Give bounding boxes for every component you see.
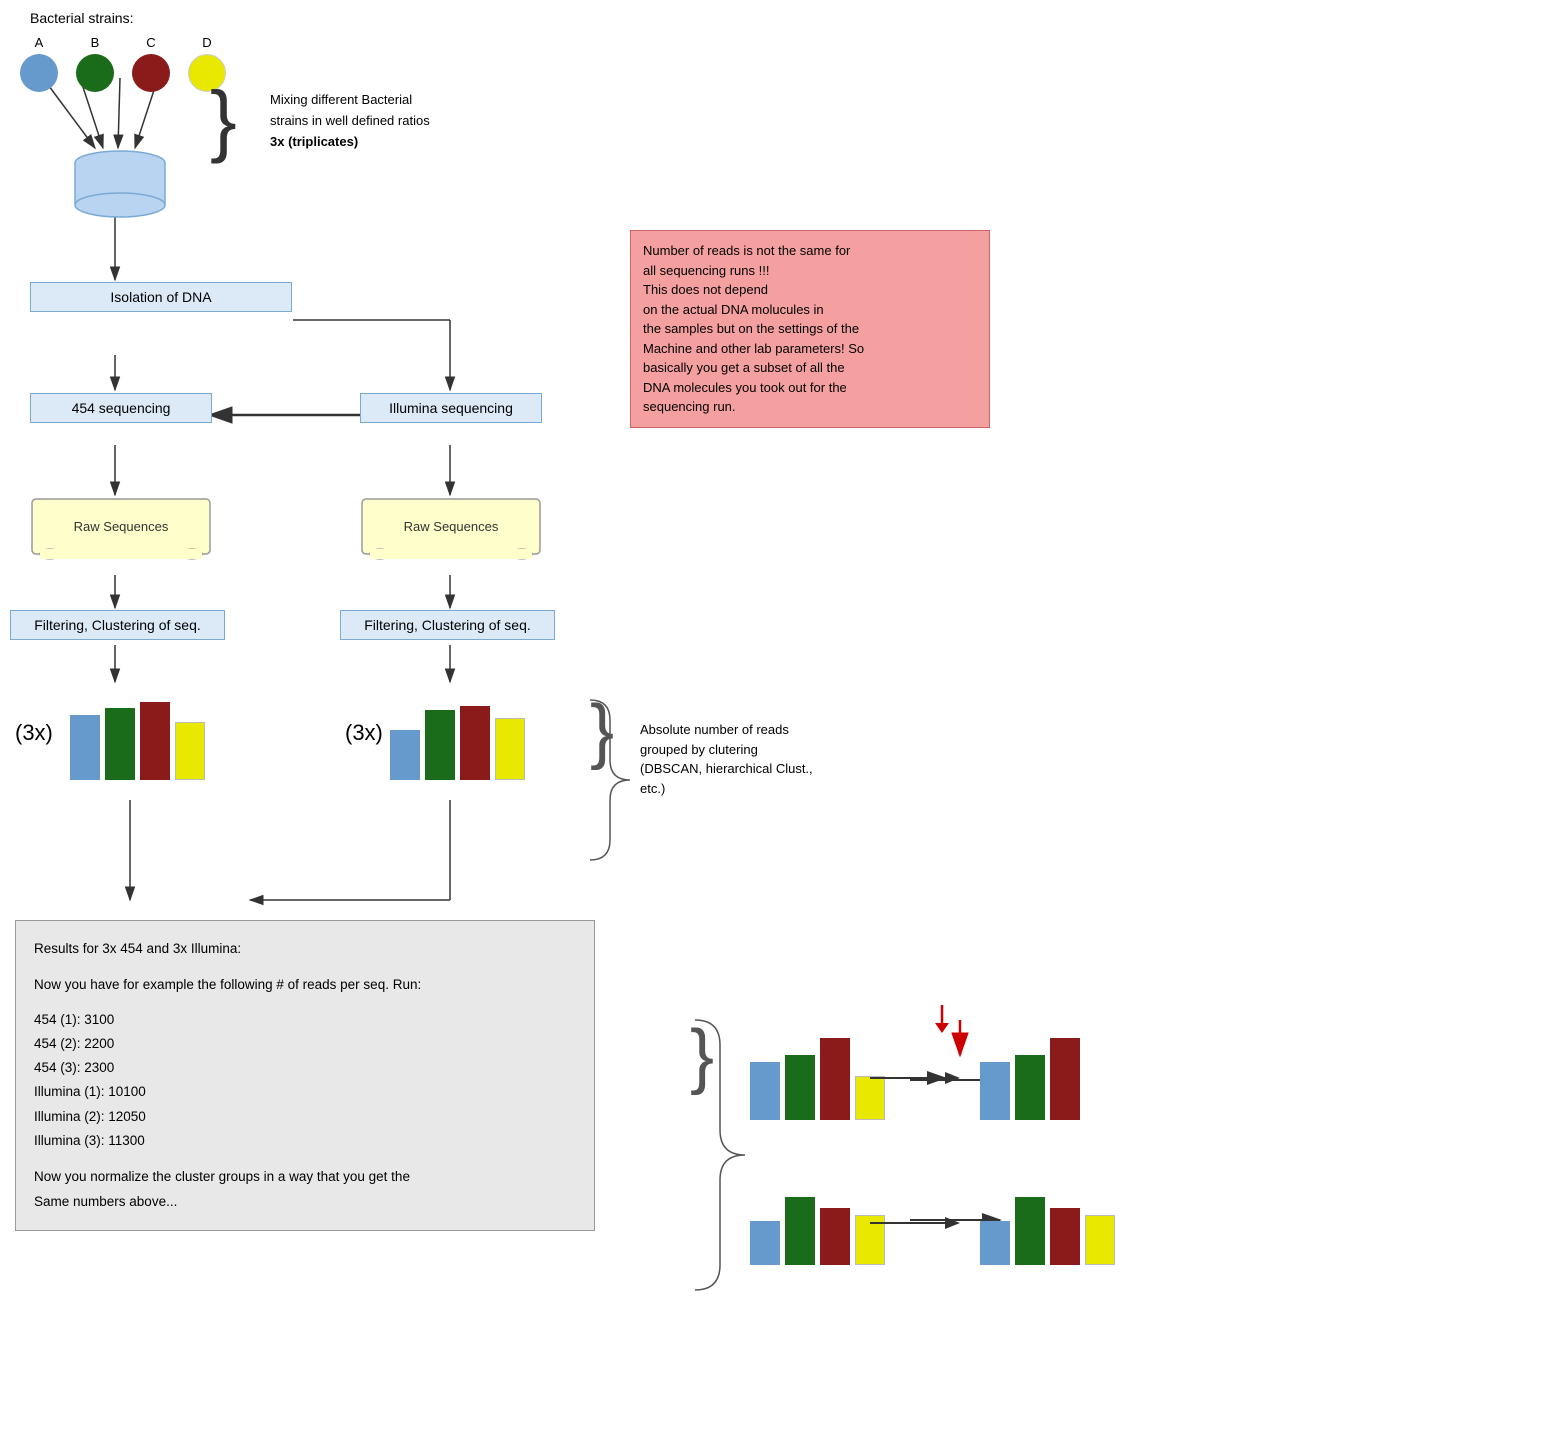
bar-left-green (105, 708, 135, 780)
nb2-blue (750, 1221, 780, 1265)
red-arrow-container (932, 1005, 952, 1036)
strain-A-circle (20, 54, 58, 92)
filtering-right: Filtering, Clustering of seq. (340, 610, 555, 640)
note-box: Number of reads is not the same for all … (630, 230, 990, 428)
svg-text:Raw Sequences: Raw Sequences (404, 519, 499, 534)
strain-circles: A B C D (20, 35, 226, 92)
nb2-darkred (820, 1208, 850, 1265)
strain-D-label: D (202, 35, 211, 50)
na2-green (1015, 1197, 1045, 1265)
normalize-arrow-1 (870, 1068, 960, 1091)
strain-C-circle (132, 54, 170, 92)
bar-right-green (425, 710, 455, 780)
normalize-arrow-2 (870, 1213, 960, 1236)
svg-text:Raw Sequences: Raw Sequences (74, 519, 169, 534)
nb1-green (785, 1055, 815, 1120)
triplex-left: (3x) (15, 720, 53, 746)
triplex-right: (3x) (345, 720, 383, 746)
bacterial-strains-label: Bacterial strains: (30, 10, 133, 26)
bar-left-darkred (140, 702, 170, 780)
strain-B-label: B (91, 35, 100, 50)
normalize-after-1 (980, 1030, 1080, 1120)
filtering-left: Filtering, Clustering of seq. (10, 610, 225, 640)
strain-A-label: A (35, 35, 44, 50)
nb2-green (785, 1197, 815, 1265)
bar-left-blue (70, 715, 100, 780)
nb1-blue (750, 1062, 780, 1120)
mixing-triplicates: 3x (triplicates) (270, 134, 358, 149)
isolation-box: Isolation of DNA (30, 282, 292, 312)
normalize-before-1 (750, 1030, 885, 1120)
na1-darkred (1050, 1038, 1080, 1120)
bar-right-darkred (460, 706, 490, 780)
bar-left-yellow (175, 722, 205, 780)
normalize-after-2 (980, 1175, 1115, 1265)
seq454-box: 454 sequencing (30, 393, 212, 423)
na2-darkred (1050, 1208, 1080, 1265)
na2-blue (980, 1221, 1010, 1265)
bar-chart-right (390, 690, 525, 780)
strain-C: C (132, 35, 170, 92)
mixing-brace: } (210, 80, 237, 160)
reads-description: Absolute number of reads grouped by clut… (640, 720, 820, 798)
results-reads: 454 (1): 3100 454 (2): 2200 454 (3): 230… (34, 1008, 576, 1154)
results-normalize: Now you normalize the cluster groups in … (34, 1165, 576, 1214)
normalize-brace: } (690, 1020, 714, 1092)
results-line1: Now you have for example the following #… (34, 973, 576, 997)
raw-seq-right: Raw Sequences (360, 497, 542, 572)
results-box: Results for 3x 454 and 3x Illumina: Now … (15, 920, 595, 1231)
reads-brace: } (590, 695, 614, 767)
mixing-description: Mixing different Bacterialstrains in wel… (270, 90, 430, 152)
illumina-box: Illumina sequencing (360, 393, 542, 423)
bar-right-yellow (495, 718, 525, 780)
bar-right-blue (390, 730, 420, 780)
na1-blue (980, 1062, 1010, 1120)
results-title: Results for 3x 454 and 3x Illumina: (34, 937, 576, 961)
normalize-before-2 (750, 1175, 885, 1265)
strain-B: B (76, 35, 114, 92)
nb1-darkred (820, 1038, 850, 1120)
raw-seq-left: Raw Sequences (30, 497, 212, 572)
mixing-vessel (65, 148, 175, 221)
strain-B-circle (76, 54, 114, 92)
na1-green (1015, 1055, 1045, 1120)
na2-yellow (1085, 1215, 1115, 1265)
bar-chart-left (70, 690, 205, 780)
strain-A: A (20, 35, 58, 92)
strain-C-label: C (146, 35, 155, 50)
